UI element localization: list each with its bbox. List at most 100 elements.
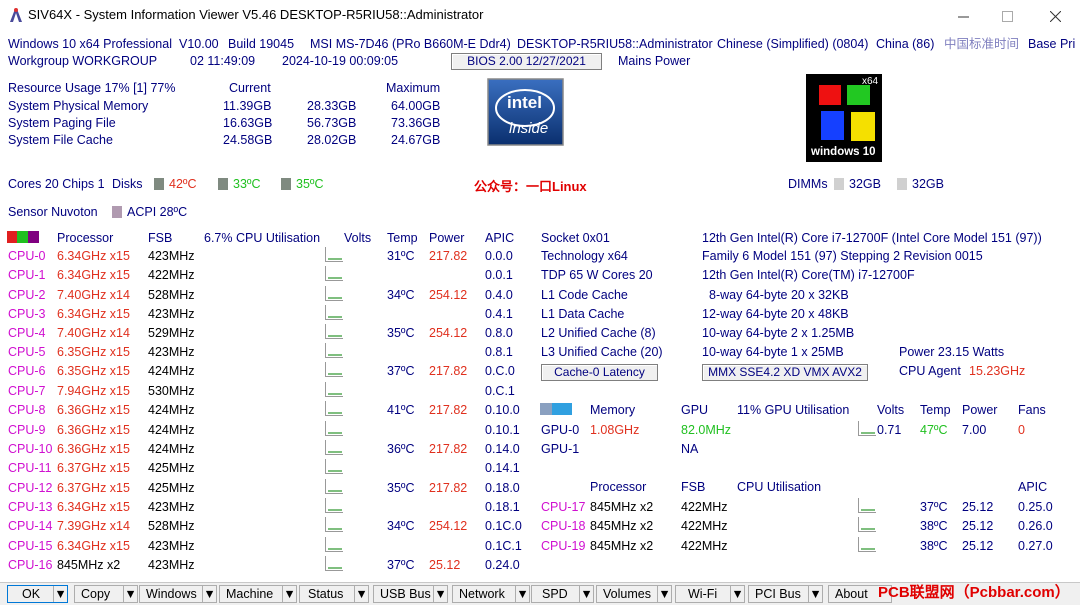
close-button[interactable] bbox=[1032, 0, 1078, 32]
status-dropdown-arrow-icon[interactable]: ▼ bbox=[354, 586, 368, 602]
gpu-col-util[interactable]: 11% GPU Utilisation bbox=[737, 403, 849, 418]
cpu-row-name[interactable]: CPU-12 bbox=[8, 481, 52, 496]
cpu-row-name[interactable]: CPU-3 bbox=[8, 307, 46, 322]
disk-2-icon[interactable] bbox=[218, 178, 228, 190]
cpu-row-name[interactable]: CPU-10 bbox=[8, 442, 52, 457]
copy-dropdown-arrow-icon[interactable]: ▼ bbox=[123, 586, 137, 602]
cpu-row-name[interactable]: CPU-7 bbox=[8, 384, 46, 399]
network-dropdown-arrow-icon[interactable]: ▼ bbox=[515, 586, 529, 602]
spd-button[interactable]: SPD ▼ bbox=[531, 585, 594, 603]
copy-button[interactable]: Copy ▼ bbox=[74, 585, 138, 603]
dimm-2-icon[interactable] bbox=[897, 178, 907, 190]
disk-1-icon[interactable] bbox=[154, 178, 164, 190]
col-fsb[interactable]: FSB bbox=[148, 231, 172, 246]
cpu-row-name[interactable]: CPU-2 bbox=[8, 288, 46, 303]
cpu-row-name[interactable]: CPU-6 bbox=[8, 364, 46, 379]
dimms-label[interactable]: DIMMs bbox=[788, 177, 828, 192]
gpu-col-gpu[interactable]: GPU bbox=[681, 403, 708, 418]
cpu-row-name[interactable]: CPU-8 bbox=[8, 403, 46, 418]
cpu-row-name[interactable]: CPU-14 bbox=[8, 519, 52, 534]
cache-latency-button[interactable]: Cache-0 Latency bbox=[541, 364, 658, 381]
maximize-button[interactable] bbox=[984, 0, 1030, 32]
ok-dropdown-arrow-icon[interactable]: ▼ bbox=[53, 586, 67, 602]
cpu-row-util-graph bbox=[325, 362, 343, 377]
ext-row-name[interactable]: CPU-17 bbox=[541, 500, 585, 515]
l3-value: 10-way 64-byte 1 x 25MB bbox=[702, 345, 844, 359]
cpu-row-apic: 0.1C.0 bbox=[485, 519, 522, 533]
status-label: Status bbox=[308, 587, 344, 601]
ext-col-apic[interactable]: APIC bbox=[1018, 480, 1047, 495]
pci-dropdown-arrow-icon[interactable]: ▼ bbox=[808, 586, 822, 602]
cpu-row-name[interactable]: CPU-0 bbox=[8, 249, 46, 264]
gpu-col-memory[interactable]: Memory bbox=[590, 403, 635, 418]
cpu-row-name[interactable]: CPU-4 bbox=[8, 326, 46, 341]
wifi-button[interactable]: Wi-Fi ▼ bbox=[675, 585, 745, 603]
ok-button[interactable]: OK ▼ bbox=[7, 585, 68, 603]
gpu-0-name[interactable]: GPU-0 bbox=[541, 423, 579, 438]
sensor-label[interactable]: Sensor Nuvoton bbox=[8, 205, 98, 220]
gpu-col-fans[interactable]: Fans bbox=[1018, 403, 1046, 418]
cpu-row-name[interactable]: CPU-1 bbox=[8, 268, 46, 283]
col-processor[interactable]: Processor bbox=[57, 231, 113, 246]
disk-3-icon[interactable] bbox=[281, 178, 291, 190]
cpu-row-name[interactable]: CPU-5 bbox=[8, 345, 46, 360]
instruction-set-button[interactable]: MMX SSE4.2 XD VMX AVX2 bbox=[702, 364, 868, 381]
os-name[interactable]: Windows 10 x64 Professional bbox=[8, 37, 172, 52]
cpu-agent-label: CPU Agent bbox=[899, 364, 961, 378]
windows10-text: windows 10 bbox=[810, 146, 876, 158]
spd-dropdown-arrow-icon[interactable]: ▼ bbox=[579, 586, 593, 602]
cpu-row-power: 217.82 bbox=[429, 442, 468, 456]
cpu-row-fsb: 423MHz bbox=[148, 539, 195, 553]
ext-col-fsb[interactable]: FSB bbox=[681, 480, 705, 495]
cpu-row-temp: 41ºC bbox=[387, 403, 415, 417]
col-power[interactable]: Power bbox=[429, 231, 464, 246]
ext-row-name[interactable]: CPU-19 bbox=[541, 539, 585, 554]
cpu-color-legend-icon[interactable] bbox=[7, 231, 39, 243]
gpu-col-temp[interactable]: Temp bbox=[920, 403, 951, 418]
machine-dropdown-arrow-icon[interactable]: ▼ bbox=[282, 586, 296, 602]
gpu-color-legend-icon[interactable] bbox=[540, 403, 572, 415]
volumes-button[interactable]: Volumes ▼ bbox=[596, 585, 672, 603]
cpu-row-fsb: 424MHz bbox=[148, 403, 195, 417]
gpu-0-clock: 82.0MHz bbox=[681, 423, 732, 437]
cpu-row-name[interactable]: CPU-9 bbox=[8, 423, 46, 438]
cpu-row-name[interactable]: CPU-11 bbox=[8, 461, 52, 476]
usb-bus-button[interactable]: USB Bus ▼ bbox=[373, 585, 448, 603]
gpu-1-name[interactable]: GPU-1 bbox=[541, 442, 579, 457]
wifi-dropdown-arrow-icon[interactable]: ▼ bbox=[730, 586, 744, 602]
ext-col-processor[interactable]: Processor bbox=[590, 480, 646, 495]
intel-inside-logo[interactable]: intel inside bbox=[487, 78, 564, 146]
cpu-row-name[interactable]: CPU-15 bbox=[8, 539, 52, 554]
col-temp[interactable]: Temp bbox=[387, 231, 418, 246]
dimm-1-icon[interactable] bbox=[834, 178, 844, 190]
machine-button[interactable]: Machine ▼ bbox=[219, 585, 297, 603]
network-button[interactable]: Network ▼ bbox=[452, 585, 530, 603]
motherboard[interactable]: MSI MS-7D46 (PRo B660M-E Ddr4) bbox=[310, 37, 511, 52]
cpu-row-name[interactable]: CPU-13 bbox=[8, 500, 52, 515]
col-apic[interactable]: APIC bbox=[485, 231, 514, 246]
minimize-button[interactable] bbox=[940, 0, 986, 32]
cpu-row-power: 217.82 bbox=[429, 403, 468, 417]
cpu-row-fsb: 423MHz bbox=[148, 345, 195, 359]
disks-label[interactable]: Disks bbox=[112, 177, 143, 192]
volumes-dropdown-arrow-icon[interactable]: ▼ bbox=[657, 586, 671, 602]
status-button[interactable]: Status ▼ bbox=[299, 585, 369, 603]
col-cpu-util[interactable]: 6.7% CPU Utilisation bbox=[204, 231, 320, 246]
gpu-col-power[interactable]: Power bbox=[962, 403, 997, 418]
ext-row-name[interactable]: CPU-18 bbox=[541, 519, 585, 534]
windows10-logo[interactable]: x64 windows 10 bbox=[806, 74, 882, 162]
windows-button[interactable]: Windows ▼ bbox=[139, 585, 217, 603]
usb-dropdown-arrow-icon[interactable]: ▼ bbox=[433, 586, 447, 602]
pci-bus-button[interactable]: PCI Bus ▼ bbox=[748, 585, 823, 603]
cpu-row-frequency: 7.40GHz x14 bbox=[57, 326, 130, 340]
cpu-row-frequency: 7.40GHz x14 bbox=[57, 288, 130, 302]
title-bar[interactable]: SIV64X - System Information Viewer V5.46… bbox=[0, 0, 1080, 32]
cpu-row-name[interactable]: CPU-16 bbox=[8, 558, 52, 573]
bios-button[interactable]: BIOS 2.00 12/27/2021 bbox=[451, 53, 602, 70]
resource-usage-header[interactable]: Resource Usage 17% [1] 77% bbox=[8, 81, 175, 96]
ext-col-util[interactable]: CPU Utilisation bbox=[737, 480, 821, 495]
cpu-power: Power 23.15 Watts bbox=[899, 345, 1005, 359]
gpu-col-volts[interactable]: Volts bbox=[877, 403, 904, 418]
windows-dropdown-arrow-icon[interactable]: ▼ bbox=[202, 586, 216, 602]
col-volts[interactable]: Volts bbox=[344, 231, 371, 246]
